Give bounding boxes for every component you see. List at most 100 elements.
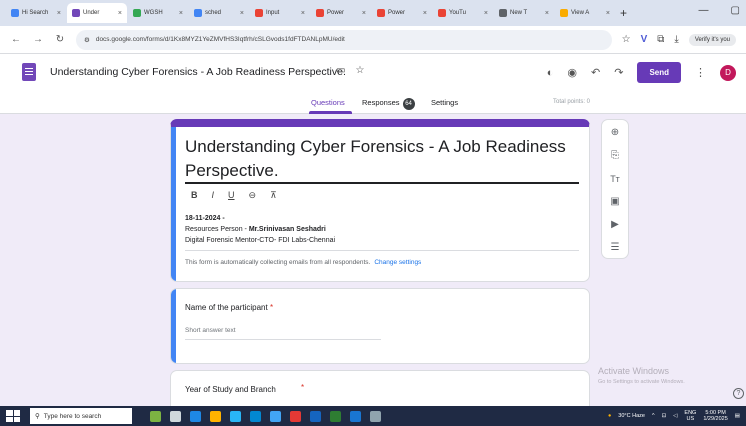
browser-tab[interactable]: Hi Search ×: [6, 3, 66, 23]
add-video-icon[interactable]: ▶: [611, 218, 619, 232]
forward-icon[interactable]: →: [32, 34, 44, 45]
browser-tab[interactable]: sched ×: [189, 3, 249, 23]
language-indicator[interactable]: ENG US: [684, 410, 696, 422]
edge-icon[interactable]: [190, 410, 201, 422]
browser-tab[interactable]: Power ×: [372, 3, 432, 23]
tab-favicon-icon: [255, 9, 263, 17]
tab-label: Power: [327, 10, 345, 16]
clear-format-icon[interactable]: ⊼: [270, 190, 277, 201]
tab-settings[interactable]: Settings: [431, 98, 458, 107]
redo-icon[interactable]: ↷: [614, 66, 623, 79]
close-tab-icon[interactable]: ×: [118, 10, 122, 17]
close-tab-icon[interactable]: ×: [57, 10, 61, 17]
url-text: docs.google.com/forms/d/1Kx8MYZ1YeZMVfHS…: [95, 36, 345, 43]
back-icon[interactable]: ←: [10, 34, 22, 45]
form-title[interactable]: Understanding Cyber Forensics - A Job Re…: [185, 135, 585, 183]
add-image-icon[interactable]: ▣: [610, 195, 619, 209]
widget-icon[interactable]: [150, 410, 161, 422]
notification-icon[interactable]: ▤: [735, 413, 740, 419]
app-icon-2[interactable]: [370, 410, 381, 422]
download-icon[interactable]: ⤓: [674, 34, 678, 45]
question-card-name[interactable]: Name of the participant * Short answer t…: [170, 288, 590, 364]
weather-icon[interactable]: ●: [608, 413, 611, 419]
browser-tab[interactable]: Under ×: [67, 3, 127, 23]
verify-button[interactable]: Verify it's you: [688, 33, 736, 46]
url-field[interactable]: ⚙ docs.google.com/forms/d/1Kx8MYZ1YeZMVf…: [76, 29, 612, 50]
windows-taskbar: ⚲ Type here to search ● 30°C Haze ^ ⊡ ◁ …: [0, 406, 746, 426]
browser-tab[interactable]: WGSH ×: [128, 3, 188, 23]
store-icon[interactable]: [230, 410, 241, 422]
form-description[interactable]: 18-11-2024 - Resources Person - Mr.Srini…: [185, 213, 335, 246]
italic-button[interactable]: I: [212, 190, 215, 201]
pinned-apps: [150, 410, 381, 422]
close-tab-icon[interactable]: ×: [240, 10, 244, 17]
task-view-icon[interactable]: [170, 410, 181, 422]
clock[interactable]: 5:00 PM 1/29/2025: [703, 410, 727, 422]
word-icon[interactable]: [310, 410, 321, 422]
tray-overflow-icon[interactable]: ^: [652, 413, 655, 419]
mail-icon[interactable]: [250, 410, 261, 422]
new-tab-button[interactable]: +: [620, 6, 627, 20]
browser-tab[interactable]: Input ×: [250, 3, 310, 23]
doc-title[interactable]: Understanding Cyber Forensics - A Job Re…: [50, 66, 346, 78]
close-tab-icon[interactable]: ×: [606, 10, 610, 17]
avatar[interactable]: D: [720, 64, 736, 81]
browser-tab[interactable]: View A ×: [555, 3, 615, 23]
star-icon[interactable]: ☆: [355, 65, 364, 76]
close-tab-icon[interactable]: ×: [423, 10, 427, 17]
system-tray: ● 30°C Haze ^ ⊡ ◁ ENG US 5:00 PM 1/29/20…: [608, 410, 746, 422]
underline-button[interactable]: U: [228, 190, 235, 201]
volume-icon[interactable]: ◁: [673, 413, 677, 419]
tab-responses[interactable]: Responses 64: [362, 98, 415, 110]
more-options-icon[interactable]: ⋮: [695, 66, 706, 79]
extensions-icon[interactable]: ⧉: [657, 34, 664, 45]
reload-icon[interactable]: ↻: [54, 34, 66, 45]
close-tab-icon[interactable]: ×: [484, 10, 488, 17]
forms-header: Understanding Cyber Forensics - A Job Re…: [0, 54, 746, 114]
close-tab-icon[interactable]: ×: [179, 10, 183, 17]
send-button[interactable]: Send: [637, 62, 681, 83]
form-title-card[interactable]: Understanding Cyber Forensics - A Job Re…: [170, 119, 590, 282]
add-question-icon[interactable]: ⊕: [611, 126, 619, 140]
description-date: 18-11-2024 -: [185, 215, 225, 222]
excel-icon[interactable]: [330, 410, 341, 422]
add-section-icon[interactable]: ☰: [611, 241, 620, 255]
chrome-icon[interactable]: [290, 410, 301, 422]
app-icon[interactable]: [270, 410, 281, 422]
network-icon[interactable]: ⊡: [662, 413, 667, 419]
add-title-icon[interactable]: Tт: [610, 172, 620, 186]
help-icon[interactable]: ?: [733, 388, 744, 399]
taskbar-search[interactable]: ⚲ Type here to search: [30, 408, 132, 424]
windows-start-icon[interactable]: [6, 410, 20, 422]
tab-questions[interactable]: Questions: [311, 98, 345, 107]
extension-v-icon[interactable]: V: [641, 34, 648, 45]
folder-icon[interactable]: ▭: [336, 65, 345, 76]
file-explorer-icon[interactable]: [210, 410, 221, 422]
close-tab-icon[interactable]: ×: [301, 10, 305, 17]
window-controls: — ▢: [699, 5, 740, 16]
maximize-button[interactable]: ▢: [731, 5, 740, 16]
close-tab-icon[interactable]: ×: [362, 10, 366, 17]
change-settings-link[interactable]: Change settings: [374, 259, 421, 266]
minimize-button[interactable]: —: [699, 5, 709, 16]
browser-tab[interactable]: New T ×: [494, 3, 554, 23]
close-tab-icon[interactable]: ×: [545, 10, 549, 17]
browser-tab[interactable]: Power ×: [311, 3, 371, 23]
palette-icon[interactable]: ◐: [547, 67, 554, 79]
bold-button[interactable]: B: [191, 190, 198, 201]
link-icon[interactable]: ⊖: [249, 190, 257, 201]
teams-icon[interactable]: [350, 410, 361, 422]
preview-eye-icon[interactable]: ◉: [567, 66, 577, 79]
question-card-year[interactable]: Year of Study and Branch *: [170, 370, 590, 410]
google-forms-logo[interactable]: [22, 63, 36, 81]
bookmark-star-icon[interactable]: ☆: [622, 34, 631, 45]
active-tab-indicator: [309, 111, 352, 114]
tab-label: Input: [266, 10, 280, 16]
email-collection-note: This form is automatically collecting em…: [185, 259, 421, 266]
weather-text[interactable]: 30°C Haze: [618, 413, 645, 419]
question-title: Year of Study and Branch: [185, 385, 276, 394]
import-questions-icon[interactable]: ⎘: [611, 149, 619, 163]
site-info-icon[interactable]: ⚙: [84, 36, 90, 44]
browser-tab[interactable]: YouTu ×: [433, 3, 493, 23]
undo-icon[interactable]: ↶: [591, 66, 600, 79]
